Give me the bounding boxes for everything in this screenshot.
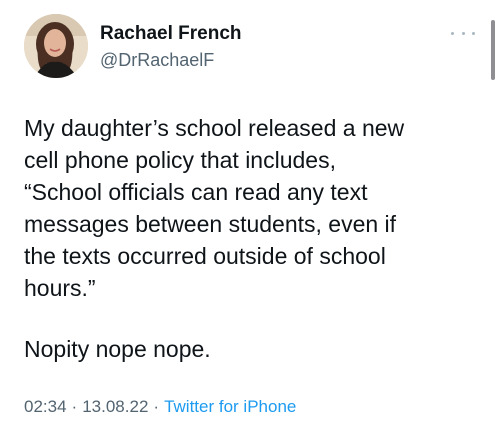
more-horizontal-icon xyxy=(451,31,454,35)
meta-separator: · xyxy=(71,397,78,416)
avatar[interactable] xyxy=(24,14,88,78)
meta-separator: · xyxy=(153,397,160,416)
avatar-image xyxy=(24,14,88,78)
more-horizontal-icon-dot xyxy=(472,31,475,35)
display-name[interactable]: Rachael French xyxy=(100,22,242,46)
more-options-button[interactable] xyxy=(451,26,475,40)
scrollbar[interactable] xyxy=(491,20,495,80)
tweet-source-link[interactable]: Twitter for iPhone xyxy=(164,395,296,419)
user-handle[interactable]: @DrRachaelF xyxy=(100,49,242,71)
tweet-date[interactable]: 13.08.22 xyxy=(82,395,148,419)
more-horizontal-icon-dot xyxy=(461,31,465,35)
tweet-card: Rachael French @DrRachaelF My daughter’s… xyxy=(0,0,500,428)
tweet-header: Rachael French @DrRachaelF xyxy=(24,14,242,78)
tweet-meta: 02:34 · 13.08.22 · Twitter for iPhone xyxy=(24,395,296,419)
tweet-text: My daughter’s school released a new cell… xyxy=(24,115,405,301)
tweet-text-followup: Nopity nope nope. xyxy=(24,336,211,362)
tweet-time[interactable]: 02:34 xyxy=(24,395,67,419)
user-names: Rachael French @DrRachaelF xyxy=(100,22,242,71)
